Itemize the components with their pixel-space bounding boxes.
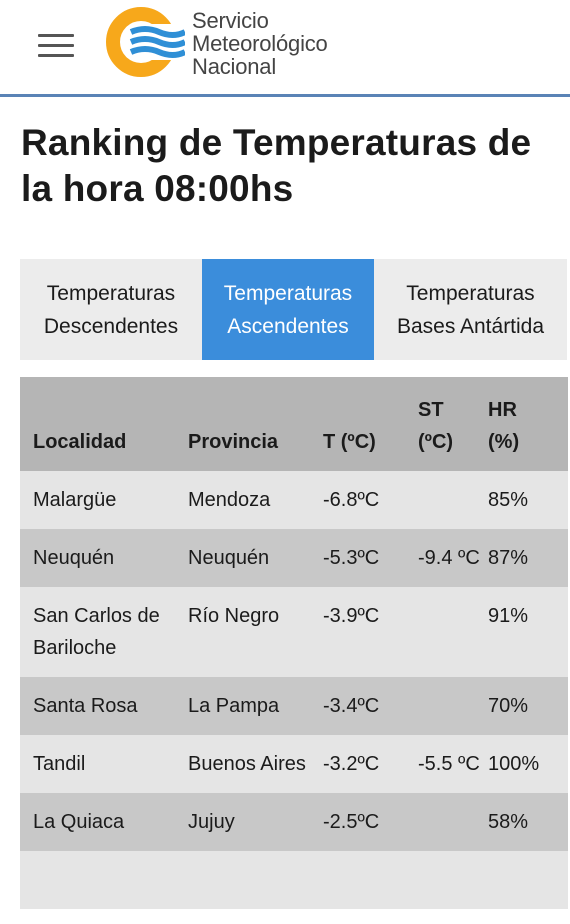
header-st-line: ST [418,399,444,421]
tab-label: Temperaturas [406,281,535,305]
cell-temperatura: -5.3ºC [323,529,418,587]
cell-provincia: Neuquén [188,529,323,587]
cell-provincia [188,851,323,909]
tab-label: Ascendentes [227,314,349,338]
cell-humedad: 91% [488,587,568,677]
table-row: Neuquén Neuquén -5.3ºC -9.4 ºC 87% [20,529,568,587]
tab-temperaturas-ascendentes[interactable]: Temperaturas Ascendentes [202,259,374,360]
cell-temperatura: -3.4ºC [323,677,418,735]
brand-line: Nacional [192,54,277,79]
tab-label: Bases Antártida [396,314,545,338]
cell-temperatura: -3.2ºC [323,735,418,793]
table-row: Malargüe Mendoza -6.8ºC 85% [20,471,568,529]
header-st-line: (ºC) [418,431,454,453]
cell-sensacion-termica [418,793,488,851]
cell-humedad [488,851,568,909]
header-temperatura: T (ºC) [323,377,418,471]
tab-label: Descendentes [43,314,179,338]
hamburger-menu-icon[interactable] [38,34,74,58]
cell-sensacion-termica [418,677,488,735]
cell-localidad: La Quiaca [20,793,188,851]
table-row: Tandil Buenos Aires -3.2ºC -5.5 ºC 100% [20,735,568,793]
cell-provincia: Jujuy [188,793,323,851]
cell-sensacion-termica: -9.4 ºC [418,529,488,587]
ranking-table: Localidad Provincia T (ºC) ST (ºC) HR (%… [20,377,568,909]
tab-temperaturas-bases-antartida[interactable]: Temperaturas Bases Antártida [374,259,567,360]
cell-humedad: 100% [488,735,568,793]
tab-label: Temperaturas [223,281,353,305]
tab-temperaturas-descendentes[interactable]: Temperaturas Descendentes [20,259,202,360]
header-localidad: Localidad [20,377,188,471]
cell-provincia: Buenos Aires [188,735,323,793]
cell-sensacion-termica [418,471,488,529]
cell-localidad: Tandil [20,735,188,793]
cell-localidad: Malargüe [20,471,188,529]
cell-localidad: Santa Rosa [20,677,188,735]
cell-humedad: 58% [488,793,568,851]
table-row: Santa Rosa La Pampa -3.4ºC 70% [20,677,568,735]
header-hr-line: (%) [488,431,520,453]
cell-localidad: San Carlos de Bariloche [20,587,188,677]
page-title: Ranking de Temperaturas de la hora 08:00… [21,122,532,209]
cell-localidad: Neuquén [20,529,188,587]
smn-logo-icon[interactable] [105,6,185,78]
cell-humedad: 87% [488,529,568,587]
cell-sensacion-termica [418,851,488,909]
header-provincia: Provincia [188,377,323,471]
header-hr-line: HR [488,399,517,421]
brand-line: Meteorológico [192,31,328,56]
cell-provincia: Mendoza [188,471,323,529]
brand-line: Servicio [192,8,269,33]
cell-localidad [20,851,188,909]
header-humedad: HR (%) [488,377,568,471]
header-sensacion-termica: ST (ºC) [418,377,488,471]
cell-temperatura: -2.5ºC [323,793,418,851]
cell-temperatura: -3.9ºC [323,587,418,677]
table-row [20,851,568,909]
cell-provincia: La Pampa [188,677,323,735]
cell-temperatura [323,851,418,909]
table-header-row: Localidad Provincia T (ºC) ST (ºC) HR (%… [20,377,568,471]
cell-sensacion-termica [418,587,488,677]
table-row: San Carlos de Bariloche Río Negro -3.9ºC… [20,587,568,677]
top-header: Servicio Meteorológico Nacional [0,0,570,97]
cell-temperatura: -6.8ºC [323,471,418,529]
table-row: La Quiaca Jujuy -2.5ºC 58% [20,793,568,851]
cell-humedad: 85% [488,471,568,529]
ranking-tabs: Temperaturas Descendentes Temperaturas A… [20,259,567,360]
tab-label: Temperaturas [46,281,176,305]
cell-provincia: Río Negro [188,587,323,677]
cell-sensacion-termica: -5.5 ºC [418,735,488,793]
cell-humedad: 70% [488,677,568,735]
brand-wordmark[interactable]: Servicio Meteorológico Nacional [192,10,328,79]
